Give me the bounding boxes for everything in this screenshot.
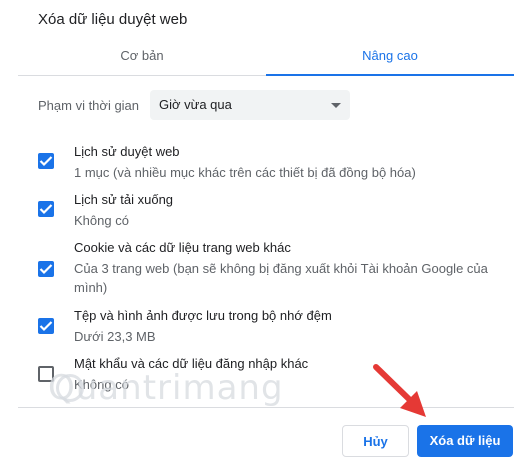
time-range-row: Phạm vi thời gian Giờ vừa qua [38,90,350,120]
cached-files-checkbox[interactable] [38,318,54,334]
download-history-subtitle: Không có [74,213,129,228]
browsing-history-checkbox[interactable] [38,153,54,169]
download-history-checkbox[interactable] [38,201,54,217]
browsing-history-title: Lịch sử duyệt web [74,144,180,159]
checkmark-icon [39,264,53,275]
tab-advanced[interactable]: Nâng cao [266,43,514,76]
checkmark-icon [39,156,53,167]
download-history-title: Lịch sử tải xuống [74,192,174,207]
chevron-down-icon [331,103,341,108]
checkmark-icon [39,321,53,332]
settings-panel: Phạm vi thời gian Giờ vừa qua Lịch sử du… [18,76,514,408]
dialog-title: Xóa dữ liệu duyệt web [38,11,188,28]
cookies-title: Cookie và các dữ liệu trang web khác [74,240,291,255]
cookies-subtitle: Của 3 trang web (bạn sẽ không bị đăng xu… [74,261,488,295]
tab-basic[interactable]: Cơ bản [18,43,266,76]
browsing-history-subtitle: 1 mục (và nhiều mục khác trên các thiết … [74,165,416,180]
tab-bar: Cơ bản Nâng cao [18,43,514,76]
watermark: Quantrimang [48,368,284,408]
cached-files-title: Tệp và hình ảnh được lưu trong bộ nhớ đệ… [74,308,332,323]
time-range-select[interactable]: Giờ vừa qua [150,90,350,120]
red-arrow-icon [373,364,426,417]
clear-data-button[interactable]: Xóa dữ liệu [417,425,513,457]
cached-files-subtitle: Dưới 23,3 MB [74,329,156,344]
cancel-button[interactable]: Hủy [342,425,409,457]
time-range-value: Giờ vừa qua [159,97,232,112]
time-range-label: Phạm vi thời gian [38,97,140,113]
checkmark-icon [39,204,53,215]
cookies-checkbox[interactable] [38,261,54,277]
